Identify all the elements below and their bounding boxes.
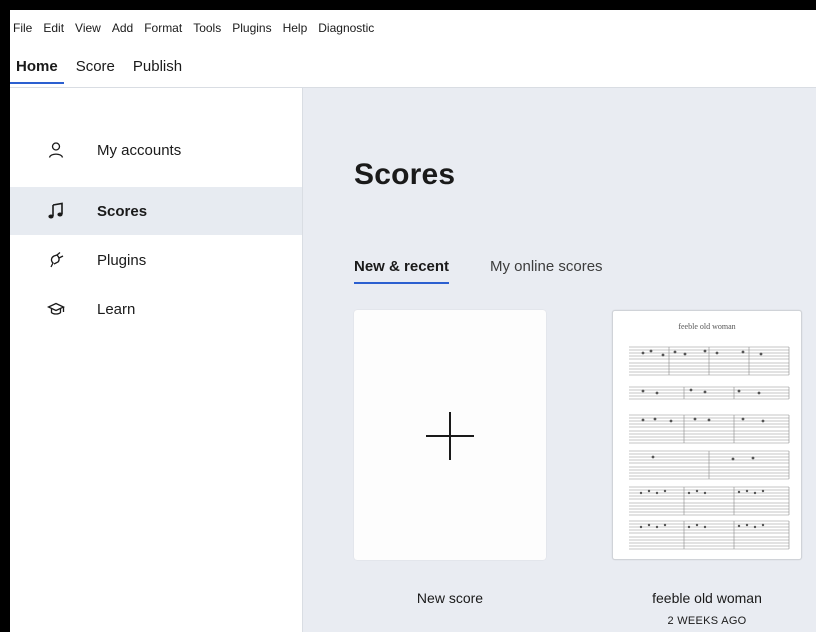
menu-tools[interactable]: Tools [193, 21, 221, 35]
plug-icon [46, 250, 66, 270]
sidebar-item-label: My accounts [97, 141, 182, 159]
menu-help[interactable]: Help [283, 21, 308, 35]
musescore-window: File Edit View Add Format Tools Plugins … [10, 10, 816, 632]
score-name: feeble old woman [652, 590, 762, 606]
tab-home[interactable]: Home [10, 52, 70, 84]
menu-add[interactable]: Add [112, 21, 133, 35]
score-card-feeble-old-woman[interactable]: feeble old woman [612, 310, 802, 560]
music-note-icon [46, 201, 66, 221]
graduation-cap-icon [46, 299, 66, 319]
tab-new-and-recent[interactable]: New & recent [354, 258, 450, 284]
menu-file[interactable]: File [13, 21, 32, 35]
plus-icon [426, 412, 474, 460]
person-icon [46, 140, 66, 160]
score-modified-time: 2 WEEKS AGO [667, 615, 747, 627]
menu-diagnostic[interactable]: Diagnostic [318, 21, 374, 35]
menu-view[interactable]: View [75, 21, 101, 35]
new-score-label: New score [416, 590, 484, 606]
sidebar: My accounts Scores Plugins Learn [10, 88, 303, 632]
tab-my-online-scores[interactable]: My online scores [490, 258, 603, 281]
sidebar-item-label: Learn [97, 300, 136, 318]
scores-page: Scores New & recent My online scores New… [303, 88, 816, 632]
sidebar-item-plugins[interactable]: Plugins [10, 236, 302, 284]
sidebar-item-my-accounts[interactable]: My accounts [10, 126, 302, 174]
menu-format[interactable]: Format [144, 21, 182, 35]
tab-publish[interactable]: Publish [127, 52, 194, 84]
sidebar-item-label: Scores [97, 202, 148, 220]
menu-edit[interactable]: Edit [43, 21, 64, 35]
page-title: Scores [354, 158, 456, 191]
sidebar-item-scores[interactable]: Scores [10, 187, 302, 235]
score-thumbnail [629, 346, 790, 550]
menu-plugins[interactable]: Plugins [232, 21, 271, 35]
sidebar-item-label: Plugins [97, 251, 147, 269]
tab-score[interactable]: Score [70, 52, 127, 84]
new-score-card[interactable] [354, 310, 546, 560]
workspace-tabs: Home Score Publish [10, 52, 194, 88]
sidebar-item-learn[interactable]: Learn [10, 285, 302, 333]
menu-bar: File Edit View Add Format Tools Plugins … [10, 10, 816, 46]
